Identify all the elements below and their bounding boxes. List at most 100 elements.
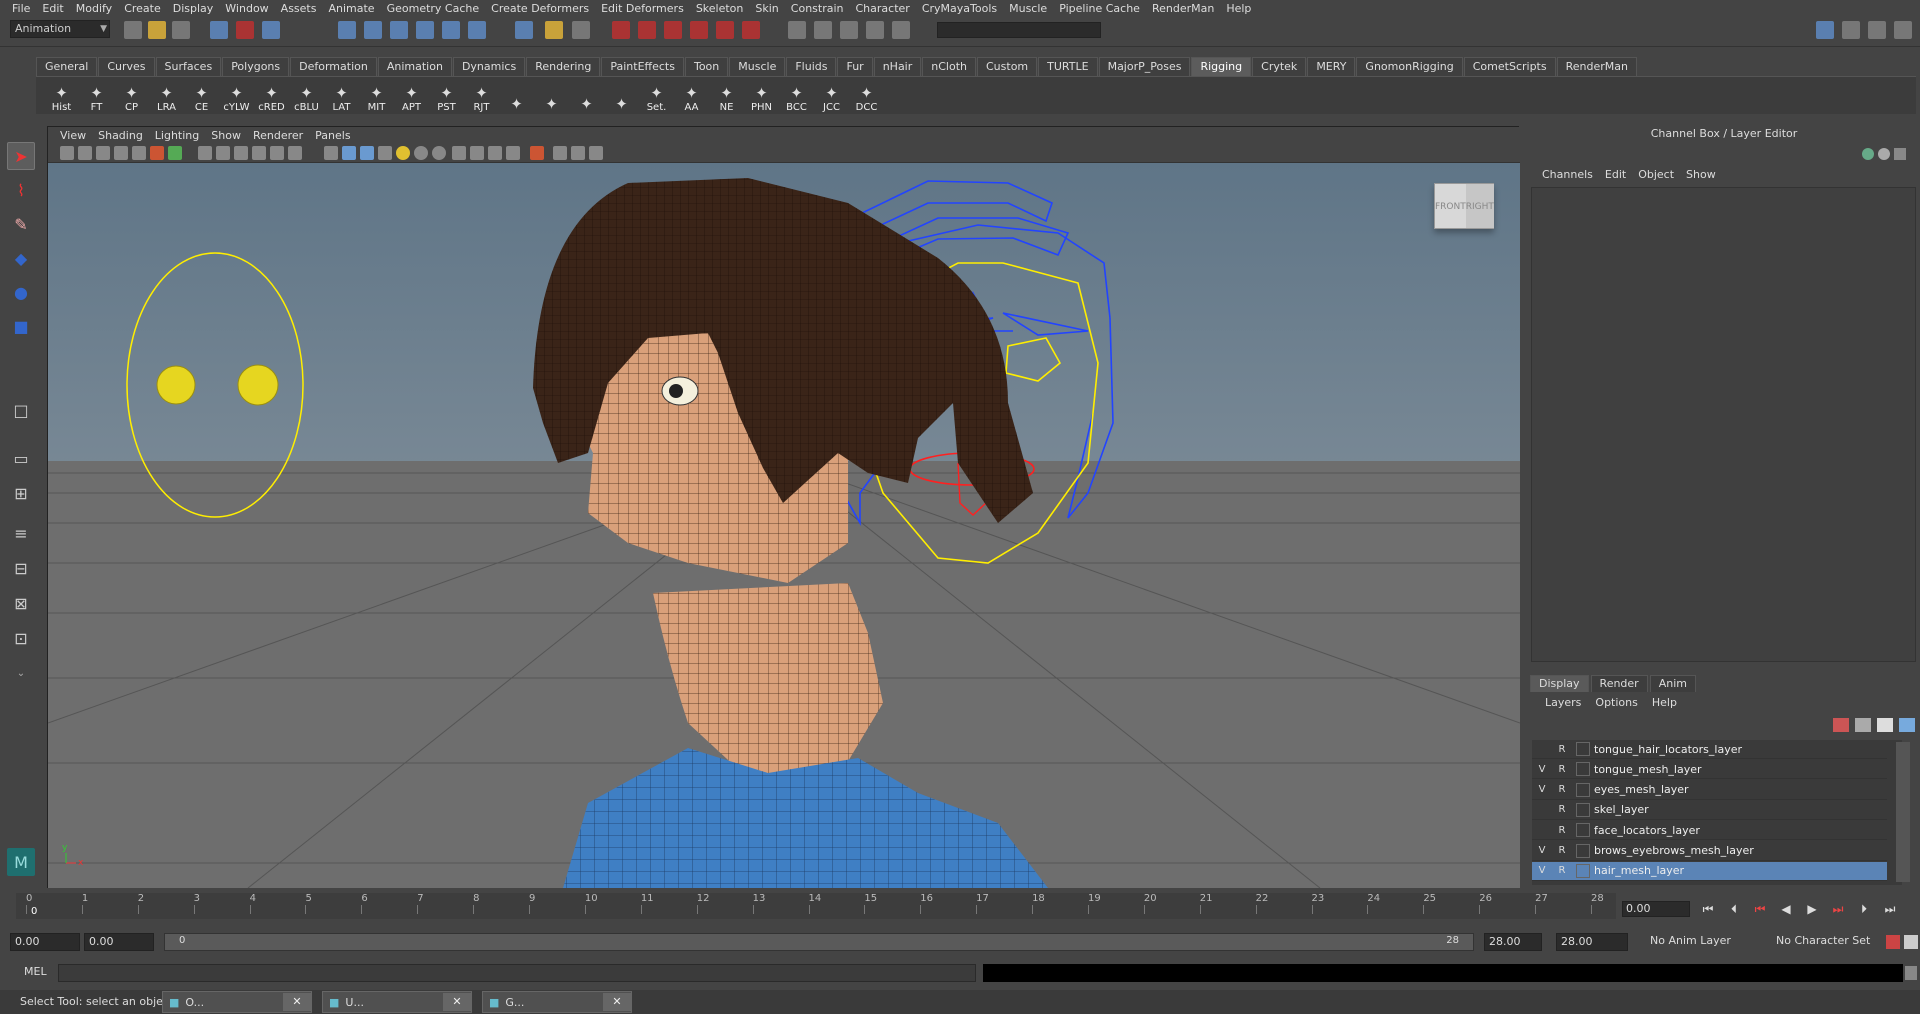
task-window-1[interactable]: ■ O... ✕ (162, 991, 312, 1013)
layer-visibility-toggle[interactable]: V (1532, 764, 1552, 775)
current-time-field[interactable]: 0.00 (1622, 901, 1690, 917)
screen-ao-icon[interactable] (432, 146, 446, 160)
layer-render-toggle[interactable]: R (1552, 804, 1572, 815)
display-icon[interactable] (892, 21, 910, 39)
close-window-icon[interactable]: ✕ (283, 993, 311, 1011)
layer-tab-display[interactable]: Display (1530, 675, 1589, 692)
layer-color-swatch[interactable] (1576, 742, 1590, 756)
menu-display[interactable]: Display (167, 0, 220, 17)
snap-curve-icon[interactable] (364, 21, 382, 39)
shelf-button[interactable]: ✦ AA (674, 78, 709, 114)
viewport-menu-renderer[interactable]: Renderer (247, 129, 309, 142)
shelf-tab-renderman[interactable]: RenderMan (1556, 57, 1637, 76)
channel-menu-show[interactable]: Show (1680, 168, 1722, 184)
shelf-tab-curves[interactable]: Curves (98, 57, 155, 76)
batch-render-icon[interactable] (742, 21, 760, 39)
viewport-menu-show[interactable]: Show (205, 129, 247, 142)
shelf-tab-turtle[interactable]: TURTLE (1038, 57, 1098, 76)
layer-render-toggle[interactable]: R (1552, 784, 1572, 795)
shelf-tab-crytek[interactable]: Crytek (1252, 57, 1307, 76)
mode-selector[interactable]: Animation ▼ (10, 20, 110, 38)
shelf-tab-fluids[interactable]: Fluids (786, 57, 837, 76)
attribute-editor-icon[interactable] (1842, 21, 1860, 39)
layer-row[interactable]: V Rhair_mesh_layer (1532, 861, 1887, 881)
light-icon[interactable] (814, 21, 832, 39)
hypershade-icon[interactable] (690, 21, 708, 39)
menu-crymayatools[interactable]: CryMayaTools (916, 0, 1003, 17)
command-input[interactable] (58, 964, 976, 982)
smooth-shade-icon[interactable] (342, 146, 356, 160)
channel-menu-edit[interactable]: Edit (1599, 168, 1632, 184)
menu-muscle[interactable]: Muscle (1003, 0, 1053, 17)
persp-graph-view-icon[interactable]: ⊡ (7, 624, 35, 652)
channel-menu-channels[interactable]: Channels (1536, 168, 1599, 184)
grid-icon[interactable] (168, 146, 182, 160)
shelf-button[interactable]: ✦ (604, 78, 639, 114)
snap-point-icon[interactable] (390, 21, 408, 39)
layer-visibility-toggle[interactable]: V (1532, 845, 1552, 856)
shelf-button[interactable]: ✦ BCC (779, 78, 814, 114)
dof-icon[interactable] (866, 21, 884, 39)
camera-attr-icon[interactable] (78, 146, 92, 160)
menu-skeleton[interactable]: Skeleton (690, 0, 750, 17)
gate-mask-icon[interactable] (234, 146, 248, 160)
shelf-tab-fur[interactable]: Fur (837, 57, 873, 76)
menu-window[interactable]: Window (219, 0, 274, 17)
menu-geometry-cache[interactable]: Geometry Cache (381, 0, 486, 17)
scale-tool-icon[interactable]: ■ (7, 312, 35, 340)
shade-icon[interactable] (840, 21, 858, 39)
safe-title-icon[interactable] (288, 146, 302, 160)
tool-settings-icon[interactable] (1868, 21, 1886, 39)
snap-view-icon[interactable] (416, 21, 434, 39)
layer-menu-layers[interactable]: Layers (1538, 696, 1588, 712)
shelf-button[interactable]: ✦ RJT (464, 78, 499, 114)
go-to-end-icon[interactable]: ⏭ (1879, 901, 1901, 917)
layer-menu-help[interactable]: Help (1645, 696, 1684, 712)
bookmark-icon[interactable] (96, 146, 110, 160)
xray-icon[interactable] (506, 146, 520, 160)
layer-render-toggle[interactable]: R (1552, 764, 1572, 775)
layer-visibility-toggle[interactable]: V (1532, 784, 1552, 795)
pin-icon[interactable] (1894, 148, 1906, 160)
view-cube-right[interactable]: RIGHT (1465, 184, 1494, 228)
layer-tab-anim[interactable]: Anim (1649, 675, 1696, 692)
shelf-button[interactable]: ✦ Set. (639, 78, 674, 114)
outliner-view-icon[interactable]: ≡ (7, 519, 35, 547)
shelf-tab-cometscripts[interactable]: CometScripts (1463, 57, 1556, 76)
step-back-key-icon[interactable]: ⏮ (1749, 901, 1771, 917)
viewport-menu-lighting[interactable]: Lighting (149, 129, 205, 142)
shelf-tab-deformation[interactable]: Deformation (290, 57, 377, 76)
layer-row[interactable]: Rface_locators_layer (1532, 821, 1887, 841)
shelf-button[interactable]: ✦ Hist (44, 78, 79, 114)
menu-edit[interactable]: Edit (36, 0, 69, 17)
shelf-button[interactable]: ✦ cBLU (289, 78, 324, 114)
layer-row[interactable]: Rtongue_hair_locators_layer (1532, 740, 1887, 759)
open-scene-icon[interactable] (148, 21, 166, 39)
safe-action-icon[interactable] (270, 146, 284, 160)
lasso-tool-icon[interactable]: ⌇ (7, 176, 35, 204)
menu-assets[interactable]: Assets (275, 0, 323, 17)
layer-row[interactable]: Rskel_layer (1532, 801, 1887, 820)
menu-constrain[interactable]: Constrain (785, 0, 850, 17)
input-ops-icon[interactable] (572, 21, 590, 39)
last-tool-icon[interactable]: □ (7, 396, 35, 424)
shelf-button[interactable]: ✦ LAT (324, 78, 359, 114)
shelf-button[interactable]: ✦ (534, 78, 569, 114)
layer-render-toggle[interactable]: R (1552, 744, 1572, 755)
auto-key-icon[interactable] (1886, 935, 1900, 949)
go-to-start-icon[interactable]: ⏮ (1697, 901, 1719, 917)
shelf-tab-painteffects[interactable]: PaintEffects (601, 57, 684, 76)
axes-icon[interactable] (1862, 148, 1874, 160)
wireframe-on-shaded-icon[interactable] (360, 146, 374, 160)
select-hierarchy-icon[interactable] (210, 21, 228, 39)
anim-end-field[interactable]: 28.00 (1484, 933, 1542, 951)
layer-color-swatch[interactable] (1576, 843, 1590, 858)
viewport-menu-view[interactable]: View (54, 129, 92, 142)
xray-active-icon[interactable] (571, 146, 585, 160)
close-window-icon[interactable]: ✕ (603, 993, 631, 1011)
shelf-button[interactable]: ✦ (569, 78, 604, 114)
channel-box-panel[interactable] (1531, 187, 1916, 662)
lock-icon[interactable] (545, 21, 563, 39)
shelf-button[interactable]: ✦ DCC (849, 78, 884, 114)
shelf-tab-rendering[interactable]: Rendering (526, 57, 601, 76)
